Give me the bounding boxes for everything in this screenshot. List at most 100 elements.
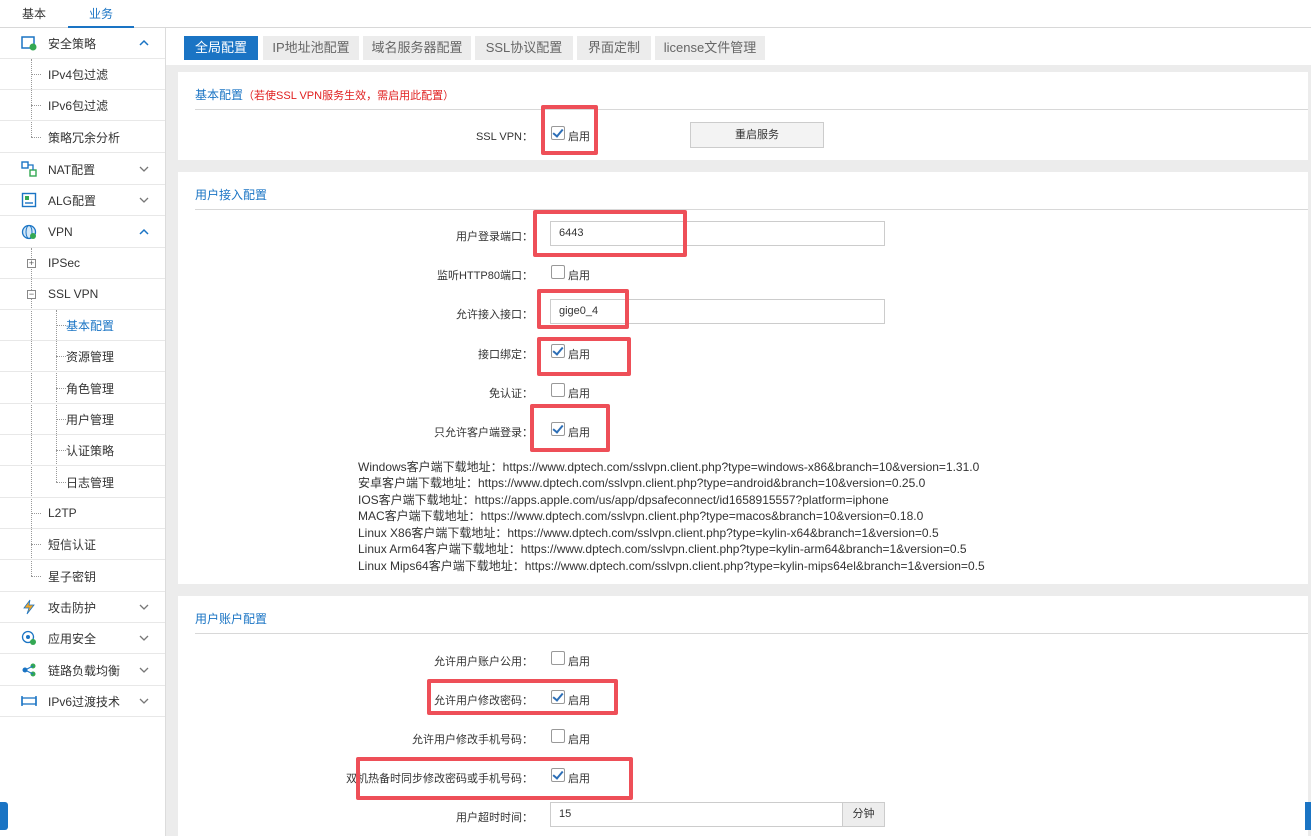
vpn-globe-icon [21, 224, 37, 240]
change-password-checkbox[interactable] [551, 690, 565, 704]
sidebar-item-label: 短信认证 [48, 537, 97, 552]
interface-bind-checkbox[interactable] [551, 344, 565, 358]
tab-basic[interactable]: 基本 [0, 0, 68, 28]
tab-dns-server[interactable]: 域名服务器配置 [363, 36, 471, 60]
ha-sync-label: 双机热备时同步修改密码或手机号码： [346, 773, 533, 785]
sidebar-group-app-security[interactable]: 应用安全 [0, 623, 165, 654]
sidebar-item-key[interactable]: 星子密钥 [0, 561, 165, 592]
sidebar-item-sms-auth[interactable]: 短信认证 [0, 529, 165, 560]
sidebar-group-label: 安全策略 [48, 36, 97, 51]
chevron-down-icon [139, 698, 149, 704]
chevron-down-icon [139, 667, 149, 673]
login-port-input[interactable]: 6443 [550, 221, 885, 246]
enable-label: 启用 [568, 427, 590, 439]
http80-label: 监听HTTP80端口： [437, 270, 533, 282]
section-title-text: 基本配置 [195, 88, 244, 102]
top-tab-bar: 基本 业务 [0, 0, 1311, 28]
app-security-icon [21, 630, 36, 645]
tab-license-mgmt[interactable]: license文件管理 [655, 36, 765, 60]
sidebar-item-l2tp[interactable]: L2TP [0, 498, 165, 529]
account-share-checkbox[interactable] [551, 651, 565, 665]
sidebar-group-attack-protect[interactable]: 攻击防护 [0, 592, 165, 623]
no-auth-checkbox[interactable] [551, 383, 565, 397]
chevron-down-icon [139, 166, 149, 172]
restart-service-button[interactable]: 重启服务 [690, 122, 824, 148]
chevron-down-icon [139, 197, 149, 203]
tab-ui-customize[interactable]: 界面定制 [577, 36, 651, 60]
download-link-mac[interactable]: MAC客户端下载地址：https://www.dptech.com/sslvpn… [358, 507, 923, 524]
sidebar-item-log-mgmt[interactable]: 日志管理 [0, 467, 165, 498]
sidebar-item-basic-config[interactable]: 基本配置 [0, 310, 165, 341]
sidebar-item-label: 用户管理 [66, 412, 115, 427]
timeout-unit: 分钟 [842, 802, 885, 827]
download-link-windows[interactable]: Windows客户端下载地址：https://www.dptech.com/ss… [358, 458, 979, 475]
ha-sync-checkbox[interactable] [551, 768, 565, 782]
sidebar-item-label: 角色管理 [66, 381, 115, 396]
sidebar-item-label: 星子密钥 [48, 569, 97, 584]
chevron-down-icon [139, 604, 149, 610]
allowed-interface-input[interactable]: gige0_4 [550, 299, 885, 324]
change-phone-checkbox[interactable] [551, 729, 565, 743]
shield-policy-icon [21, 36, 37, 51]
sidebar-item-label: 认证策略 [66, 443, 115, 458]
expand-plus-icon[interactable]: + [27, 259, 36, 268]
sidebar-group-nat[interactable]: NAT配置 [0, 154, 165, 185]
sidebar-group-label: NAT配置 [48, 162, 96, 177]
sidebar-group-label: 攻击防护 [48, 600, 97, 615]
enable-label: 启用 [568, 131, 590, 143]
sidebar-item-resource-mgmt[interactable]: 资源管理 [0, 341, 165, 372]
sidebar-item-label: 日志管理 [66, 475, 115, 490]
sidebar-item-policy-redundancy[interactable]: 策略冗余分析 [0, 122, 165, 153]
config-tab-bar: 全局配置 IP地址池配置 域名服务器配置 SSL协议配置 界面定制 licens… [166, 28, 1311, 65]
account-share-label: 允许用户账户公用： [434, 656, 533, 668]
sidebar-group-vpn[interactable]: VPN [0, 217, 165, 248]
tab-global-config[interactable]: 全局配置 [184, 36, 258, 60]
sidebar-group-label: VPN [48, 225, 73, 239]
scroll-handle[interactable] [1305, 802, 1311, 830]
timeout-input[interactable]: 15 [550, 802, 843, 827]
sidebar-item-user-mgmt[interactable]: 用户管理 [0, 404, 165, 435]
enable-label: 启用 [568, 773, 590, 785]
panel-user-account: 用户账户配置 允许用户账户公用： 启用 允许用户修改密码： 启用 允许用户修改手… [178, 596, 1308, 836]
sslvpn-enable-checkbox[interactable] [551, 126, 565, 140]
http80-checkbox[interactable] [551, 265, 565, 279]
sidebar-item-ipsec[interactable]: + IPSec [0, 248, 165, 279]
download-link-linux-mips64[interactable]: Linux Mips64客户端下载地址：https://www.dptech.c… [358, 557, 985, 574]
sidebar-group-link-balance[interactable]: 链路负载均衡 [0, 655, 165, 686]
no-auth-label: 免认证： [489, 388, 533, 400]
download-link-ios[interactable]: IOS客户端下载地址：https://apps.apple.com/us/app… [358, 491, 889, 508]
enable-label: 启用 [568, 695, 590, 707]
sidebar-group-ipv6-transition[interactable]: IPv6过渡技术 [0, 686, 165, 717]
enable-label: 启用 [568, 734, 590, 746]
sidebar-item-ipv4-filter[interactable]: IPv4包过滤 [0, 59, 165, 90]
section-title: 用户接入配置 [195, 188, 268, 202]
chevron-down-icon [139, 635, 149, 641]
sidebar-item-sslvpn[interactable]: − SSL VPN [0, 279, 165, 310]
tab-business[interactable]: 业务 [68, 0, 134, 28]
collapse-minus-icon[interactable]: − [27, 290, 36, 299]
sidebar-item-auth-policy[interactable]: 认证策略 [0, 435, 165, 466]
section-title: 用户账户配置 [195, 612, 268, 626]
link-balance-icon [22, 663, 36, 677]
download-link-android[interactable]: 安卓客户端下载地址：https://www.dptech.com/sslvpn.… [358, 474, 925, 491]
interface-bind-label: 接口绑定： [478, 349, 533, 361]
tab-ssl-protocol[interactable]: SSL协议配置 [475, 36, 573, 60]
sidebar-item-label: SSL VPN [48, 287, 99, 301]
sidebar-item-role-mgmt[interactable]: 角色管理 [0, 373, 165, 404]
sidebar-item-ipv6-filter[interactable]: IPv6包过滤 [0, 90, 165, 121]
nat-icon [21, 161, 37, 177]
sidebar-collapse-handle[interactable] [0, 802, 8, 830]
section-title: 基本配置（若使SSL VPN服务生效，需启用此配置） [195, 86, 454, 103]
change-phone-label: 允许用户修改手机号码： [412, 734, 533, 746]
download-link-linux-x86[interactable]: Linux X86客户端下载地址：https://www.dptech.com/… [358, 524, 939, 541]
change-password-label: 允许用户修改密码： [434, 695, 533, 707]
panel-basic-config: 基本配置（若使SSL VPN服务生效，需启用此配置） SSL VPN： 启用 重… [178, 72, 1308, 160]
sidebar-group-security-policy[interactable]: 安全策略 [0, 28, 165, 59]
enable-label: 启用 [568, 270, 590, 282]
download-link-linux-arm64[interactable]: Linux Arm64客户端下载地址：https://www.dptech.co… [358, 540, 967, 557]
sidebar-item-label: 资源管理 [66, 349, 115, 364]
client-only-checkbox[interactable] [551, 422, 565, 436]
tab-ip-pool[interactable]: IP地址池配置 [263, 36, 359, 60]
sidebar-group-alg[interactable]: ALG配置 [0, 185, 165, 216]
sslvpn-label: SSL VPN： [475, 131, 533, 143]
